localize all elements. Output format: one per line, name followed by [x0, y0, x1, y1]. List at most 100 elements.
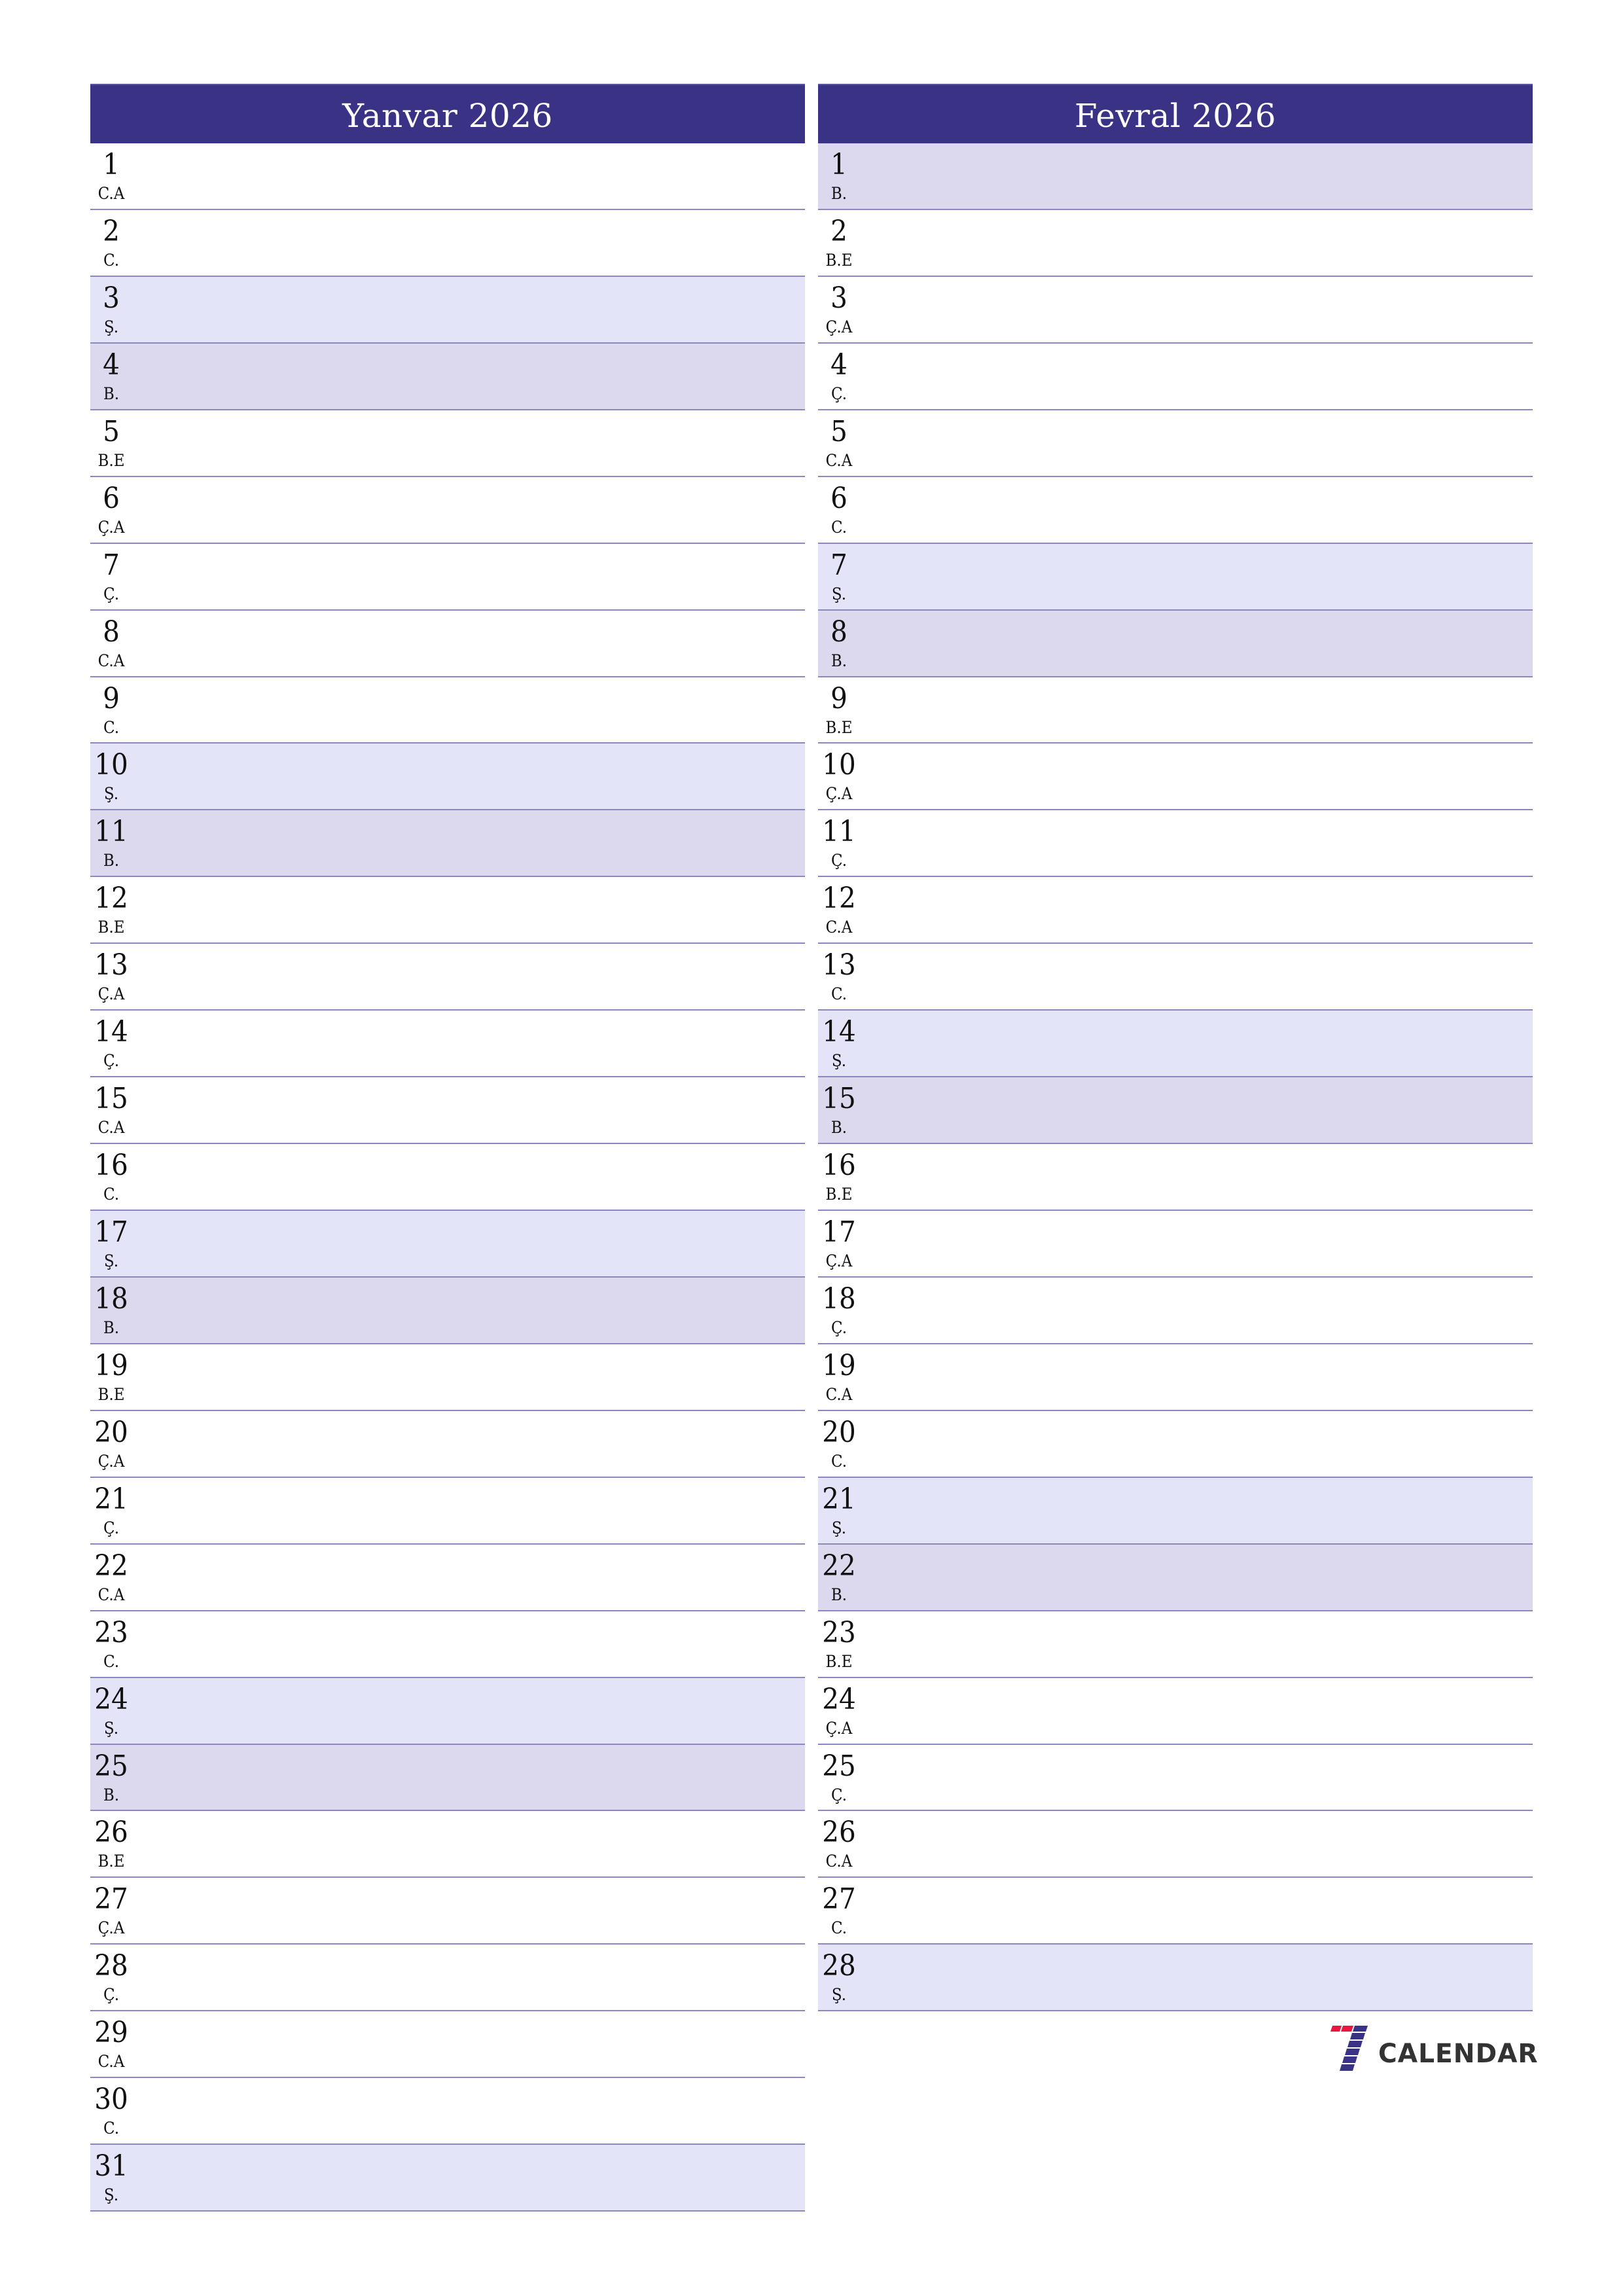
day-number: 8: [103, 615, 120, 649]
weekday-label: Ç.A: [98, 1451, 125, 1471]
day-row[interactable]: 6 Ç.A: [90, 476, 805, 544]
day-row[interactable]: 19 C.A: [818, 1344, 1533, 1411]
day-row[interactable]: 17 Ç.A: [818, 1211, 1533, 1278]
day-row[interactable]: 16 C.: [90, 1144, 805, 1211]
day-row[interactable]: 27 C.: [818, 1878, 1533, 1945]
day-row[interactable]: 26 C.A: [818, 1811, 1533, 1878]
day-row[interactable]: 12 C.A: [818, 877, 1533, 944]
day-number: 13: [94, 948, 128, 982]
day-row[interactable]: 19 B.E: [90, 1344, 805, 1411]
day-number: 25: [822, 1749, 856, 1783]
day-row[interactable]: 9 C.: [90, 677, 805, 744]
day-row[interactable]: 20 C.: [818, 1410, 1533, 1478]
day-row[interactable]: 9 B.E: [818, 677, 1533, 744]
day-row[interactable]: 7 Ç.: [90, 543, 805, 611]
day-row[interactable]: 8 B.: [818, 610, 1533, 677]
day-row[interactable]: 25 B.: [90, 1744, 805, 1812]
weekday-label: B.: [103, 1785, 120, 1804]
day-row[interactable]: 2 B.E: [818, 209, 1533, 277]
day-row[interactable]: 24 Ç.A: [818, 1677, 1533, 1745]
day-row[interactable]: 1 C.A: [90, 143, 805, 210]
day-row[interactable]: 13 Ç.A: [90, 944, 805, 1011]
day-row[interactable]: 10 Ş.: [90, 744, 805, 811]
weekday-label: Ç.: [103, 1985, 120, 2005]
weekday-label: C.A: [825, 1852, 853, 1871]
day-row[interactable]: 25 Ç.: [818, 1744, 1533, 1812]
day-number: 15: [94, 1082, 128, 1116]
day-number: 12: [822, 882, 856, 916]
weekday-label: B.: [103, 1318, 120, 1337]
day-row[interactable]: 11 B.: [90, 810, 805, 878]
weekday-label: Ç.A: [825, 317, 853, 336]
weekday-label: C.A: [98, 1585, 125, 1604]
day-row[interactable]: 31 Ş.: [90, 2145, 805, 2212]
weekday-label: Ç.A: [98, 517, 125, 537]
day-row[interactable]: 21 Ş.: [818, 1477, 1533, 1545]
weekday-label: Ç.A: [98, 1918, 125, 1938]
day-number: 7: [103, 548, 120, 582]
day-row[interactable]: 18 B.: [90, 1277, 805, 1344]
weekday-label: Ş.: [831, 1051, 847, 1071]
day-number: 22: [94, 1549, 128, 1583]
day-row[interactable]: 30 C.: [90, 2078, 805, 2145]
day-row[interactable]: 12 B.E: [90, 877, 805, 944]
day-row[interactable]: 5 B.E: [90, 410, 805, 477]
month-january: Yanvar 2026 1 C.A 2 C. 3 Ş. 4 B. 5 B.E 6 Ç.A 7 Ç. 8 C.A…: [90, 84, 805, 2212]
day-row[interactable]: 5 C.A: [818, 410, 1533, 477]
weekday-label: C.: [103, 1651, 120, 1671]
day-list: 1 B. 2 B.E 3 Ç.A 4 Ç. 5 C.A 6 C. 7 Ş. 8 B. 9 B.E 10 Ç.A 11 Ç.…: [818, 143, 1533, 2012]
day-row[interactable]: 6 C.: [818, 476, 1533, 544]
day-row[interactable]: 1 B.: [818, 143, 1533, 210]
day-row[interactable]: 4 Ç.: [818, 343, 1533, 410]
day-row[interactable]: 13 C.: [818, 944, 1533, 1011]
day-row[interactable]: 15 C.A: [90, 1077, 805, 1145]
day-row[interactable]: 28 Ç.: [90, 1945, 805, 2012]
day-number: 23: [94, 1615, 128, 1649]
weekday-label: C.A: [98, 184, 125, 203]
day-row[interactable]: 24 Ş.: [90, 1677, 805, 1745]
weekday-label: Ç.: [830, 1318, 847, 1337]
weekday-label: B.: [830, 184, 847, 203]
day-number: 16: [94, 1149, 128, 1183]
weekday-label: C.A: [825, 918, 853, 937]
day-number: 9: [830, 681, 847, 715]
day-row[interactable]: 2 C.: [90, 209, 805, 277]
day-number: 3: [830, 281, 847, 315]
day-row[interactable]: 22 B.: [818, 1544, 1533, 1611]
day-number: 2: [103, 214, 120, 248]
day-number: 28: [822, 1949, 856, 1983]
day-row[interactable]: 14 Ş.: [818, 1011, 1533, 1078]
day-row[interactable]: 10 Ç.A: [818, 744, 1533, 811]
day-row[interactable]: 7 Ş.: [818, 543, 1533, 611]
day-number: 25: [94, 1749, 128, 1783]
day-row[interactable]: 15 B.: [818, 1077, 1533, 1145]
day-row[interactable]: 8 C.A: [90, 610, 805, 677]
weekday-label: Ş.: [103, 1718, 119, 1738]
day-row[interactable]: 29 C.A: [90, 2011, 805, 2079]
day-row[interactable]: 11 Ç.: [818, 810, 1533, 878]
day-row[interactable]: 26 B.E: [90, 1811, 805, 1878]
day-row[interactable]: 23 C.: [90, 1611, 805, 1678]
day-number: 15: [822, 1082, 856, 1116]
day-row[interactable]: 4 B.: [90, 343, 805, 410]
day-row[interactable]: 21 Ç.: [90, 1477, 805, 1545]
day-number: 5: [830, 414, 847, 448]
weekday-label: C.A: [98, 651, 125, 670]
month-header: Fevral 2026: [818, 84, 1533, 143]
weekday-label: Ş.: [831, 1985, 847, 2005]
day-row[interactable]: 3 Ç.A: [818, 276, 1533, 344]
day-row[interactable]: 14 Ç.: [90, 1011, 805, 1078]
day-row[interactable]: 3 Ş.: [90, 276, 805, 344]
day-row[interactable]: 23 B.E: [818, 1611, 1533, 1678]
day-row[interactable]: 22 C.A: [90, 1544, 805, 1611]
day-number: 8: [830, 615, 847, 649]
day-row[interactable]: 17 Ş.: [90, 1211, 805, 1278]
day-row[interactable]: 18 Ç.: [818, 1277, 1533, 1344]
day-number: 2: [830, 214, 847, 248]
day-row[interactable]: 20 Ç.A: [90, 1410, 805, 1478]
day-row[interactable]: 28 Ş.: [818, 1945, 1533, 2012]
weekday-label: B.: [830, 1118, 847, 1138]
day-number: 14: [822, 1015, 856, 1049]
day-row[interactable]: 27 Ç.A: [90, 1878, 805, 1945]
day-row[interactable]: 16 B.E: [818, 1144, 1533, 1211]
